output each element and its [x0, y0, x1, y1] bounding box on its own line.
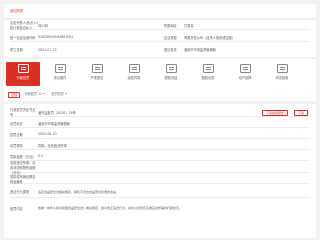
chevron-down-icon	[64, 93, 67, 94]
detail-row: 没收违法所得、没收非法财物的金额（万元）	[10, 160, 310, 175]
info-value: 9162092JYHK8B1J5X4	[38, 35, 73, 39]
detail-label: 处罚类别	[10, 143, 23, 148]
info-row: 统一社会信用代码 9162092JYHK8B1J5X4 企业类型 有限责任公司（…	[10, 33, 310, 42]
document-icon	[54, 64, 66, 73]
detail-label: 处罚内容	[10, 206, 23, 211]
detail-row: 罚款金额（万元） 0.5	[10, 152, 310, 161]
detail-value: 违反食品安全法相关规定，销售不符合食品安全标准的食品	[38, 189, 117, 194]
info-label: 法定代表人/负责人/执行事务合伙人	[10, 21, 38, 30]
document-icon	[276, 64, 288, 73]
tab-chattel-mortgage[interactable]: 动产抵押	[228, 62, 262, 86]
filter-dropdown[interactable]: 行政处罚 12	[22, 92, 47, 98]
filter-chip-all[interactable]: 全部	[8, 91, 21, 98]
detail-value: 依据《中华人民共和国食品安全法》相关规定，责令改正违法行为，并处以罚款及没收违法…	[38, 206, 183, 210]
tab-administrative-penalty[interactable]: 行政处罚	[6, 62, 40, 86]
download-report-button[interactable]: 下载信用报告	[261, 109, 288, 116]
tab-label: 动产抵押	[238, 76, 252, 80]
info-value: 有限责任公司（自然人投资或控股）	[184, 35, 235, 40]
filter-count: 12	[38, 91, 43, 96]
tab-label: 严重违法	[90, 76, 104, 80]
detail-value: 罚款；没收违法所得	[38, 143, 67, 148]
detail-label: 罚款金额（万元）	[10, 154, 36, 159]
detail-row: 处罚机关 酒泉市市场监督管理局	[10, 119, 310, 128]
info-value: 2021-07-23	[38, 47, 57, 52]
tab-label: 股权冻结	[164, 76, 178, 80]
risk-tabs-panel: 行政处罚 诉讼案件 严重违法 经营异常 股权冻结 股权出质 动产抵押 司法拍卖 …	[4, 59, 316, 101]
tab-lawsuits[interactable]: 诉讼案件	[43, 62, 77, 86]
detail-row: 行政处罚决定书文号 酒市监处罚〔2020〕76号 下载信用报告 下载	[10, 108, 310, 117]
document-icon	[202, 64, 214, 73]
document-icon	[17, 64, 29, 73]
detail-row: 违法行为类型 违反食品安全法相关规定，销售不符合食品安全标准的食品	[10, 186, 310, 198]
tab-judicial-auction[interactable]: 司法拍卖	[265, 62, 299, 86]
tab-label: 诉讼案件	[53, 76, 67, 80]
document-icon	[239, 64, 251, 73]
tab-abnormal-operation[interactable]: 经营异常	[117, 62, 151, 86]
document-icon	[165, 64, 177, 73]
info-label: 所属地区	[164, 23, 177, 28]
detail-label: 处罚日期	[10, 132, 23, 137]
tab-serious-violation[interactable]: 严重违法	[80, 62, 114, 86]
detail-label: 处罚机关	[10, 121, 23, 126]
detail-row: 处罚类别 罚款；没收违法所得	[10, 141, 310, 150]
detail-row: 处罚内容 依据《中华人民共和国食品安全法》相关规定，责令改正违法行为，并处以罚款…	[10, 200, 310, 216]
info-value: 酒泉市市场监督管理局	[184, 48, 216, 52]
download-button[interactable]: 下载	[293, 109, 308, 116]
filter-dropdown-label: 处罚机关	[51, 91, 64, 96]
filter-row: 全部 行政处罚 12 处罚机关	[8, 91, 69, 98]
detail-label: 没收违法所得、没收非法财物的金额（万元）	[10, 160, 36, 175]
detail-label: 行政处罚决定书文号	[10, 108, 36, 117]
filter-dropdown[interactable]: 处罚机关	[49, 92, 69, 98]
info-label: 统一社会信用代码	[10, 35, 36, 40]
tab-label: 司法拍卖	[275, 76, 289, 80]
tab-label: 经营异常	[127, 76, 141, 80]
detail-row: 暂扣或吊销证照名称及编号	[10, 175, 310, 184]
info-row: 法定代表人/负责人/执行事务合伙人 刘小明 所属地区 甘肃省	[10, 21, 310, 30]
info-label: 成立日期	[10, 48, 23, 52]
document-icon	[91, 64, 103, 73]
chevron-down-icon	[43, 93, 46, 94]
top-bar: 返回列表	[4, 4, 316, 18]
info-row: 成立日期 2021-07-23 登记机关 酒泉市市场监督管理局	[10, 45, 310, 54]
tab-label: 行政处罚	[16, 76, 30, 80]
info-value: 刘小明	[38, 23, 48, 28]
detail-label: 违法行为类型	[10, 190, 30, 194]
detail-row: 处罚日期 2020-06-30	[10, 130, 310, 139]
document-icon	[128, 64, 140, 73]
penalty-detail-panel: 行政处罚决定书文号 酒市监处罚〔2020〕76号 下载信用报告 下载 处罚机关 …	[4, 104, 316, 238]
detail-value: 酒泉市市场监督管理局	[38, 121, 70, 126]
back-link[interactable]: 返回列表	[10, 9, 23, 13]
info-label: 企业类型	[164, 35, 177, 40]
info-label: 登记机关	[164, 48, 177, 52]
filter-dropdown-label: 行政处罚	[24, 91, 38, 96]
info-value: 甘肃省	[184, 23, 194, 28]
tab-label: 股权出质	[201, 76, 215, 80]
company-info-panel: 法定代表人/负责人/执行事务合伙人 刘小明 所属地区 甘肃省 统一社会信用代码 …	[4, 20, 316, 57]
tab-equity-pledge[interactable]: 股权出质	[191, 62, 225, 86]
tab-equity-freeze[interactable]: 股权冻结	[154, 62, 188, 86]
detail-value: 2020-06-30	[38, 132, 57, 136]
detail-label: 暂扣或吊销证照名称及编号	[10, 175, 36, 184]
detail-value: 0.5	[38, 154, 44, 158]
